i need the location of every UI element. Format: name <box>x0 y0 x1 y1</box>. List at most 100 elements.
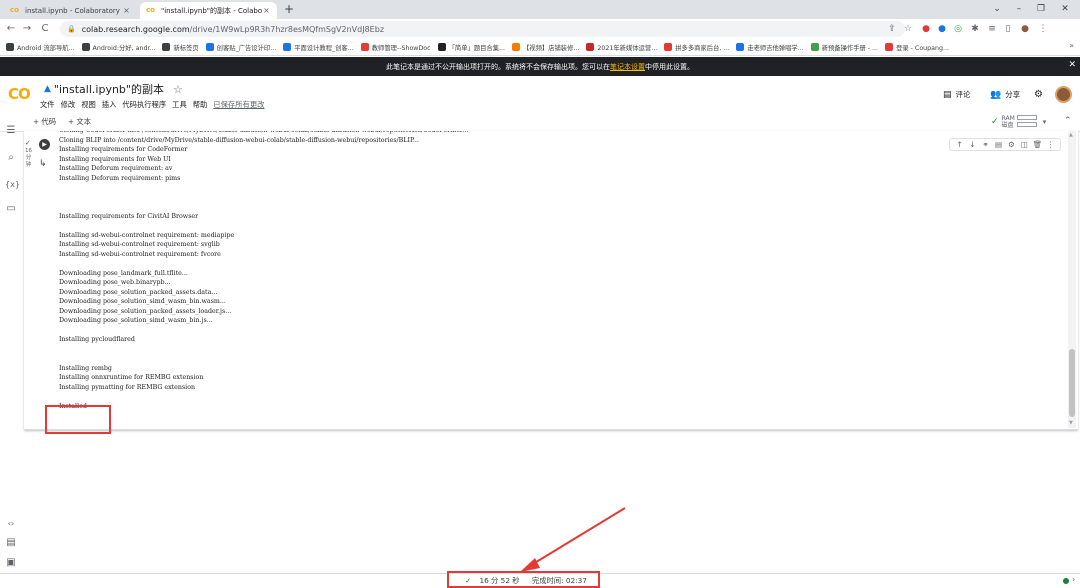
menu-tools[interactable]: 工具 <box>172 100 187 110</box>
bookmark-item[interactable]: Android:分好, andr... <box>81 43 155 52</box>
bookmark-item[interactable]: 平面设计教程_创客... <box>283 43 354 52</box>
forward-icon[interactable]: → <box>20 21 34 37</box>
move-up-icon[interactable]: ↑ <box>953 140 966 149</box>
terminal-icon[interactable]: ▣ <box>5 557 17 569</box>
runtime-connected-indicator <box>1063 578 1069 584</box>
notice-close-icon[interactable]: ✕ <box>1068 60 1076 70</box>
menu-view[interactable]: 视图 <box>81 100 96 110</box>
ram-label: RAM <box>1001 115 1015 122</box>
menu-edit[interactable]: 修改 <box>61 100 76 110</box>
profile-avatar-icon[interactable]: ● <box>1018 22 1032 36</box>
notebook-settings-link[interactable]: 笔记本设置 <box>610 62 645 72</box>
menu-insert[interactable]: 插入 <box>102 100 117 110</box>
notice-text-tail: 中停用此设置。 <box>645 62 694 71</box>
share-page-icon[interactable]: ⇪ <box>885 22 899 36</box>
more-vert-icon[interactable]: ⋮ <box>1044 140 1057 149</box>
bookmark-item[interactable]: 登录 - Coupang... <box>885 43 949 52</box>
bookmark-item[interactable]: 「简单」题目合集... <box>437 43 505 52</box>
mirror-cell-icon[interactable]: ◫ <box>1018 140 1031 149</box>
tab-close-icon[interactable]: × <box>122 6 131 15</box>
output-scrollbar-thumb[interactable] <box>1069 349 1075 417</box>
files-folder-icon[interactable]: ▭ <box>5 203 17 215</box>
bookmark-item[interactable]: 拼多多商家后台, ... <box>664 43 729 52</box>
save-status-link[interactable]: 已保存所有更改 <box>213 100 264 110</box>
collapse-header-icon[interactable]: ⌃ <box>1064 116 1072 126</box>
extension-icon[interactable]: ● <box>935 22 949 36</box>
extensions-puzzle-icon[interactable]: ✱ <box>968 22 982 36</box>
run-cell-button[interactable]: ▶ <box>39 139 50 150</box>
bookmark-label: 拼多多商家后台, ... <box>675 44 730 52</box>
link-icon[interactable]: ⚭ <box>979 140 992 149</box>
output-line: Installing sd-webui-controlnet requireme… <box>59 241 220 248</box>
resource-monitor[interactable]: ✓ RAM 磁盘 ▾ <box>991 115 1046 129</box>
tab-search-icon[interactable]: ⌄ <box>986 1 1008 18</box>
delete-icon[interactable]: 🗑 <box>1031 140 1044 149</box>
bookmark-item[interactable]: 走老师吉他弹唱学... <box>736 43 804 52</box>
extension-icon[interactable]: ◎ <box>951 22 965 36</box>
bookmark-favicon-icon <box>6 43 14 51</box>
output-line: Downloading pose_solution_packed_assets.… <box>59 288 218 296</box>
back-icon[interactable]: ← <box>4 21 18 37</box>
window-close-icon[interactable]: ✕ <box>1054 1 1076 18</box>
reading-list-icon[interactable]: ≡ <box>985 22 999 36</box>
bookmark-item[interactable]: 创客贴_广告设计印... <box>205 43 276 52</box>
bookmark-item[interactable]: 新标签页 <box>162 43 199 52</box>
ram-bar <box>1016 115 1037 120</box>
bookmark-item[interactable]: Android 流部导航... <box>6 43 75 52</box>
search-icon[interactable]: ⌕ <box>5 152 17 164</box>
variables-icon[interactable]: {x} <box>5 179 20 191</box>
bookmark-item[interactable]: 教师管理--ShowDoc <box>360 43 431 52</box>
bookmark-favicon-icon <box>885 43 894 51</box>
menu-help[interactable]: 帮助 <box>193 100 208 110</box>
chevron-right-icon[interactable]: › <box>1072 575 1075 584</box>
comment-button[interactable]: ▤ 评论 <box>943 89 971 100</box>
browser-menu-icon[interactable]: ⋮ <box>1036 22 1050 36</box>
new-tab-button[interactable]: + <box>282 2 296 17</box>
bookmarks-more-icon[interactable]: » <box>1069 41 1074 50</box>
scroll-up-icon[interactable]: ▲ <box>1069 132 1073 138</box>
code-snippets-icon[interactable]: ‹› <box>5 518 17 530</box>
bookmark-label: 新标签页 <box>173 44 199 52</box>
star-icon[interactable]: ☆ <box>173 83 183 96</box>
private-output-notice: 此笔记本是通过不公开输出项打开的。系统将不会保存输出项。您可以在 笔记本设置 中… <box>0 57 1080 76</box>
tab-colaboratory[interactable]: co install.ipynb - Colaboratory × <box>4 2 137 19</box>
add-code-button[interactable]: + 代码 <box>33 117 56 127</box>
scroll-down-icon[interactable]: ▼ <box>1069 420 1073 426</box>
tab-close-icon[interactable]: × <box>262 6 271 15</box>
bookmark-favicon-icon <box>810 43 819 51</box>
extension-icon[interactable]: ● <box>919 22 933 36</box>
menu-file[interactable]: 文件 <box>40 100 55 110</box>
chevron-down-icon[interactable]: ▾ <box>1043 118 1047 126</box>
settings-gear-icon[interactable]: ⚙ <box>1005 140 1018 149</box>
output-line: Installing Deforum requirement: pims <box>59 174 181 182</box>
restore-icon[interactable]: ❐ <box>1030 1 1052 18</box>
colab-logo[interactable]: CO <box>8 85 31 103</box>
output-toggle-icon[interactable]: ↳ <box>39 159 47 169</box>
table-of-contents-icon[interactable]: ☰ <box>5 125 17 137</box>
move-down-icon[interactable]: ↓ <box>966 140 979 149</box>
settings-gear-icon[interactable]: ⚙ <box>1034 89 1043 100</box>
tab-install-copy[interactable]: co "install.ipynb"的副本 - Colabo × <box>140 2 277 19</box>
menu-runtime[interactable]: 代码执行程序 <box>122 100 166 110</box>
notebook-title[interactable]: "install.ipynb"的副本 <box>54 81 164 97</box>
share-button[interactable]: 👥 分享 <box>990 89 1020 100</box>
command-palette-icon[interactable]: ▤ <box>5 537 17 549</box>
side-panel-icon[interactable]: ▯ <box>1001 22 1015 36</box>
code-cell[interactable]: ✓ ▶ 16 分 钟 ↳ Cloning CodeFormer into /co… <box>24 131 1078 430</box>
add-text-button[interactable]: + 文本 <box>68 117 91 127</box>
url-input[interactable]: 🔒 colab.research.google.com/drive/1W9wLp… <box>60 21 905 37</box>
bookmark-item[interactable]: 新预备操作手册 - ... <box>810 43 878 52</box>
reload-icon[interactable]: C <box>38 21 52 37</box>
bookmark-item[interactable]: 2021年新媒体运营... <box>586 43 657 52</box>
bookmark-star-icon[interactable]: ☆ <box>901 22 915 36</box>
minimize-icon[interactable]: – <box>1008 1 1030 18</box>
comment-icon[interactable]: ▤ <box>992 140 1005 149</box>
resource-bars <box>1016 115 1037 129</box>
bookmark-label: 【视频】店铺装修... <box>523 44 580 52</box>
bookmark-item[interactable]: 【视频】店铺装修... <box>512 43 579 52</box>
account-avatar[interactable] <box>1055 86 1072 103</box>
